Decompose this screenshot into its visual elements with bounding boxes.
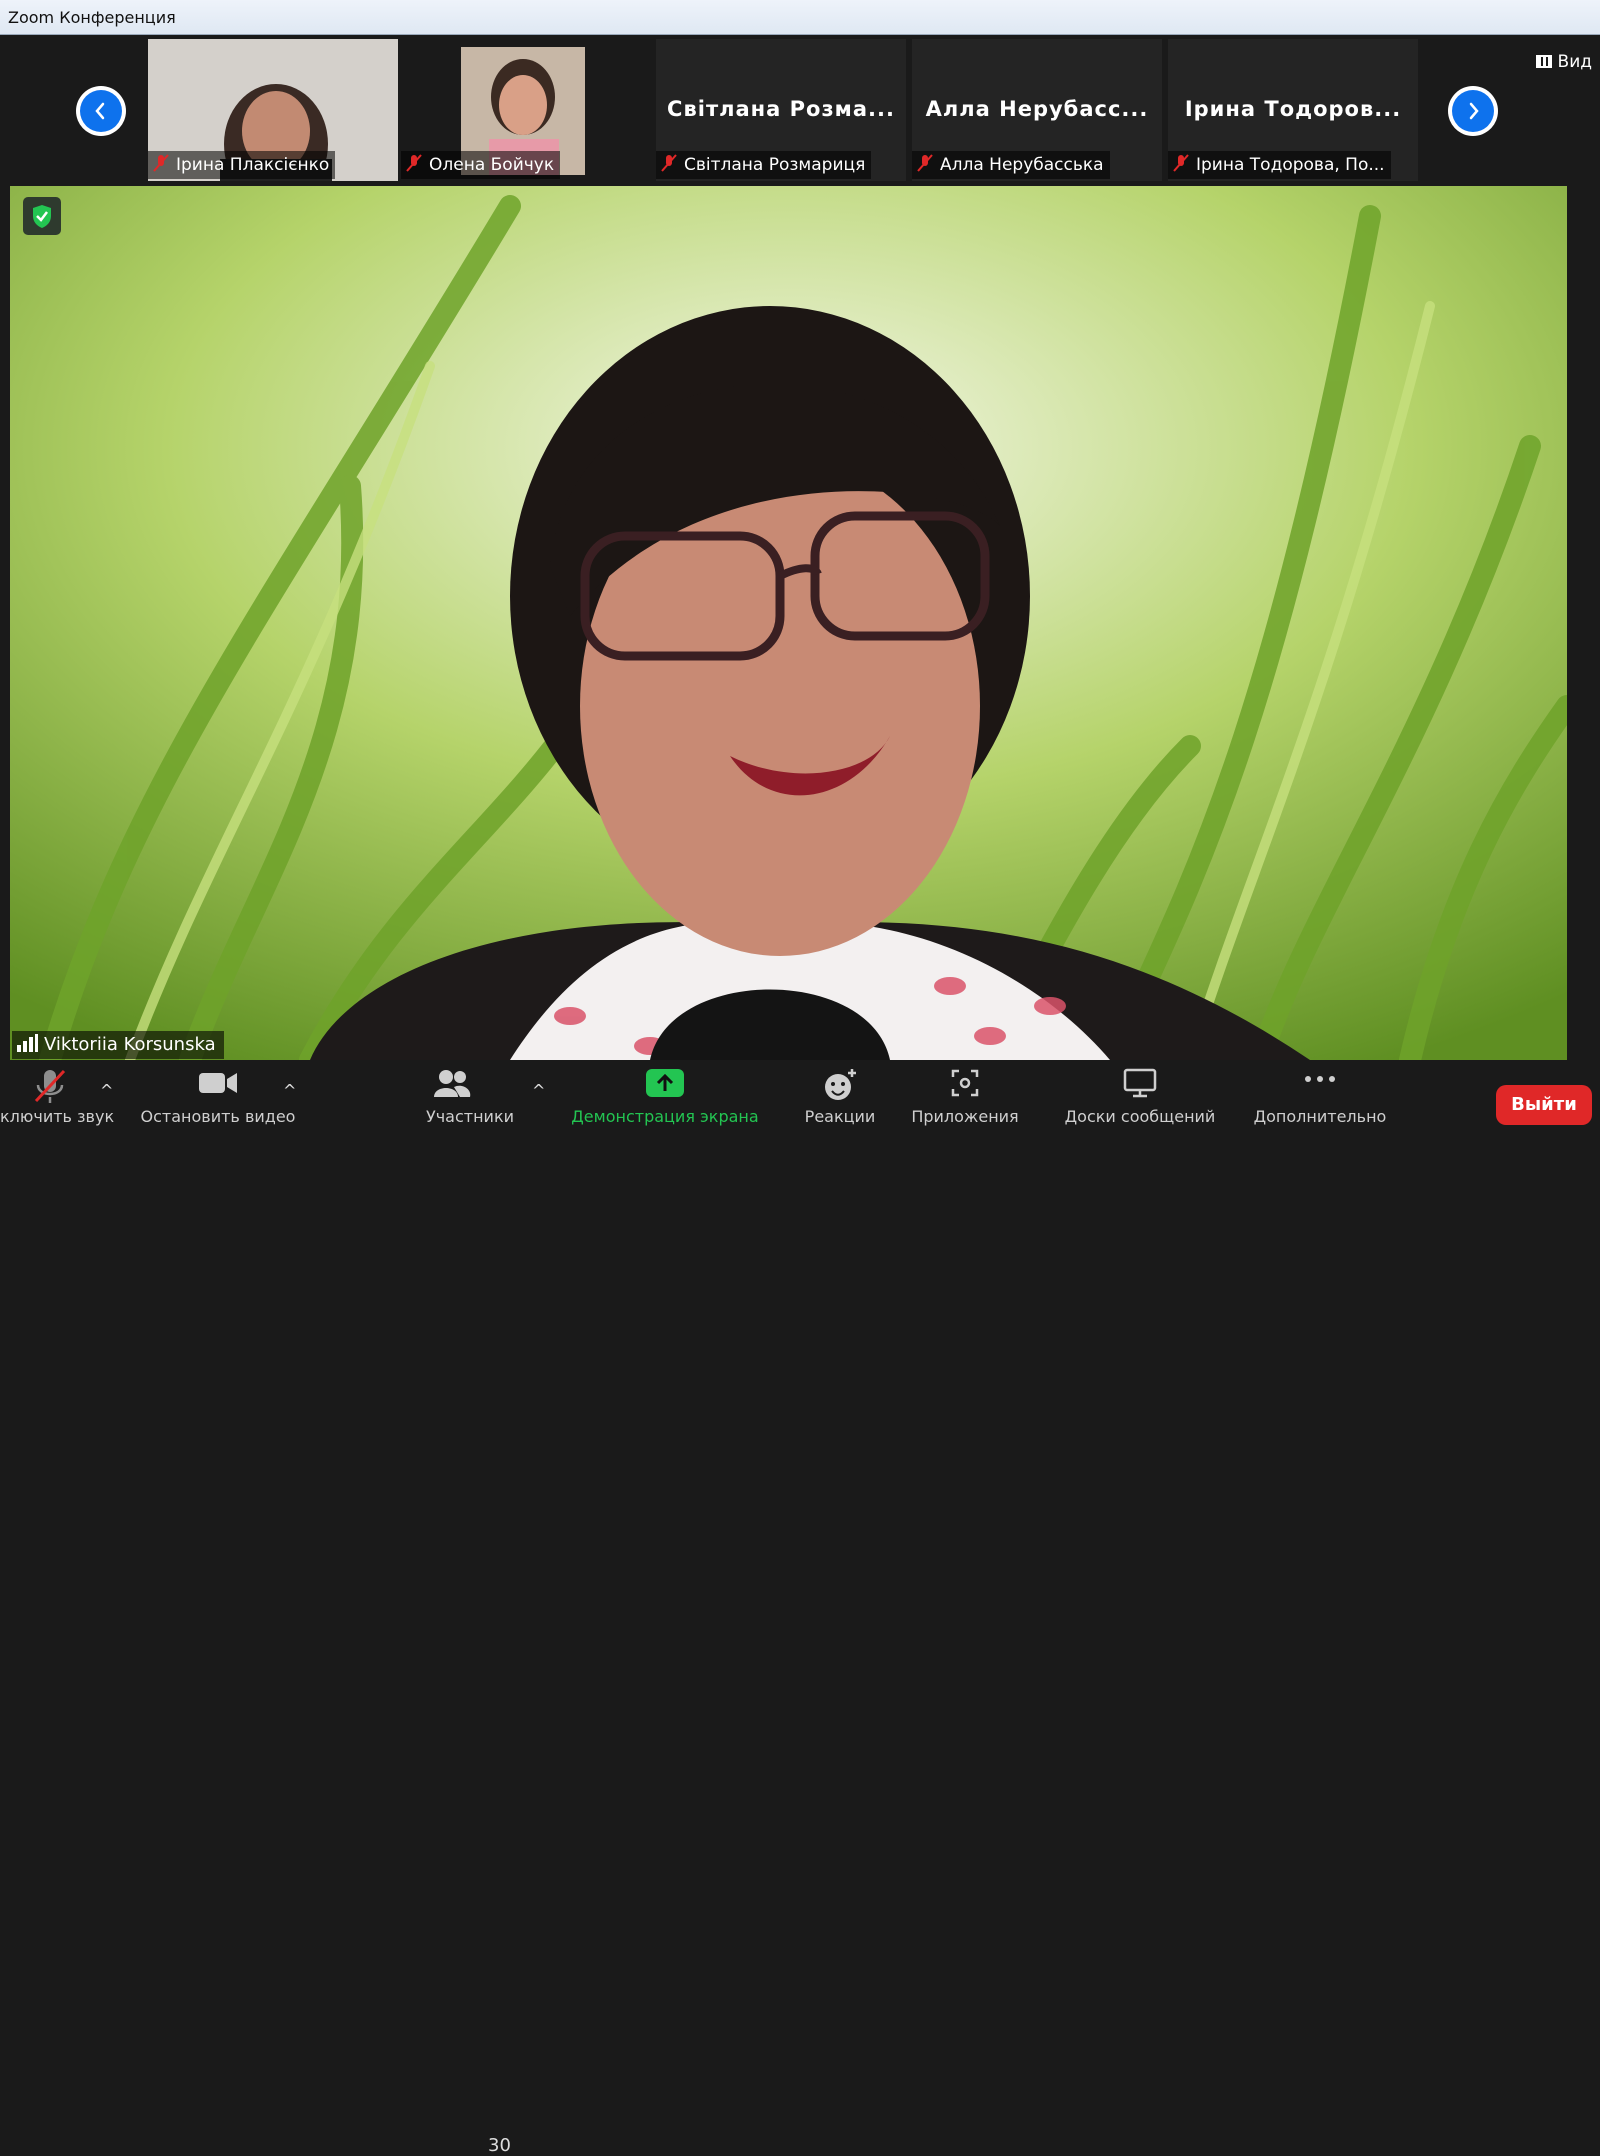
participant-name: Ірина Плаксієнко: [176, 155, 330, 175]
participants-options-caret[interactable]: ^: [532, 1081, 545, 1100]
share-label: Демонстрация экрана: [571, 1107, 759, 1126]
stop-video-button[interactable]: Остановить видео: [130, 1061, 306, 1126]
participant-name: Ірина Тодорова, По...: [1196, 155, 1385, 175]
participants-count: 30: [488, 2135, 511, 2156]
mic-muted-icon: [1173, 154, 1189, 172]
more-button[interactable]: Дополнительно: [1250, 1061, 1390, 1126]
participant-name-label: Ірина Плаксієнко: [148, 151, 336, 179]
participant-tile[interactable]: Алла Нерубасс... Алла Нерубасська: [912, 39, 1162, 181]
audio-options-caret[interactable]: ^: [100, 1081, 113, 1100]
participant-name: Олена Бойчук: [429, 155, 555, 175]
mute-button[interactable]: ключить звук: [0, 1061, 115, 1126]
whiteboards-label: Доски сообщений: [1064, 1107, 1216, 1126]
mic-off-icon: [34, 1069, 66, 1103]
video-camera-icon: [199, 1073, 237, 1093]
chevron-right-icon: [1452, 90, 1494, 132]
prev-page-button[interactable]: [76, 86, 126, 136]
more-label: Дополнительно: [1253, 1107, 1387, 1126]
view-button[interactable]: Вид: [1535, 52, 1592, 72]
whiteboard-icon: [1123, 1068, 1157, 1098]
encryption-shield-icon[interactable]: [23, 197, 61, 235]
whiteboards-button[interactable]: Доски сообщений: [1040, 1061, 1240, 1126]
next-page-button[interactable]: [1448, 86, 1498, 136]
share-screen-icon: [646, 1069, 684, 1097]
participant-name-label: Ірина Тодорова, По...: [1168, 151, 1391, 179]
mic-muted-icon: [661, 154, 677, 172]
mic-muted-icon: [153, 154, 169, 172]
participant-tile[interactable]: Ірина Плаксієнко: [148, 39, 398, 181]
participant-display-name: Світлана Розма...: [667, 97, 895, 121]
speaker-name-label: Viktoriia Korsunska: [12, 1031, 224, 1059]
participant-tile[interactable]: Ірина Тодоров... Ірина Тодорова, По...: [1168, 39, 1418, 181]
participant-name: Алла Нерубасська: [940, 155, 1104, 175]
meeting-toolbar: ключить звук ^ Остановить видео ^ Участн…: [0, 1061, 1600, 2156]
reactions-label: Реакции: [804, 1107, 876, 1126]
speaker-video-frame: [10, 186, 1567, 1060]
participant-name-label: Світлана Розмариця: [656, 151, 872, 179]
signal-strength-icon: [17, 1034, 38, 1052]
reactions-button[interactable]: Реакции: [795, 1061, 885, 1126]
reactions-icon: [825, 1069, 856, 1100]
participant-name-label: Алла Нерубасська: [912, 151, 1110, 179]
view-label: Вид: [1557, 52, 1592, 72]
chevron-left-icon: [80, 90, 122, 132]
participant-display-name: Ірина Тодоров...: [1184, 97, 1402, 121]
speaker-name: Viktoriia Korsunska: [44, 1034, 216, 1055]
mic-muted-icon: [406, 154, 422, 172]
share-screen-button[interactable]: Демонстрация экрана: [565, 1061, 765, 1126]
window-titlebar: Zoom Конференция: [0, 0, 1600, 35]
participant-tile[interactable]: Олена Бойчук: [401, 39, 651, 181]
participant-display-name: Алла Нерубасс...: [925, 97, 1149, 121]
active-speaker-video: [10, 186, 1567, 1060]
more-dots-icon: [1305, 1076, 1335, 1082]
apps-label: Приложения: [911, 1107, 1019, 1126]
mute-label: ключить звук: [0, 1107, 115, 1126]
apps-button[interactable]: Приложения: [905, 1061, 1025, 1126]
apps-icon: [951, 1069, 979, 1097]
mic-muted-icon: [917, 154, 933, 172]
window-title: Zoom Конференция: [8, 8, 176, 27]
participant-tile[interactable]: Світлана Розма... Світлана Розмариця: [656, 39, 906, 181]
video-label: Остановить видео: [140, 1107, 296, 1126]
participants-label: Участники: [425, 1107, 515, 1126]
leave-meeting-button[interactable]: Выйти: [1496, 1085, 1592, 1125]
participants-button[interactable]: Участники: [405, 1061, 535, 1126]
video-options-caret[interactable]: ^: [283, 1081, 296, 1100]
participant-name: Світлана Розмариця: [684, 155, 866, 175]
participant-name-label: Олена Бойчук: [401, 151, 561, 179]
participants-icon: [434, 1070, 471, 1097]
grid-view-icon: [1535, 55, 1552, 68]
